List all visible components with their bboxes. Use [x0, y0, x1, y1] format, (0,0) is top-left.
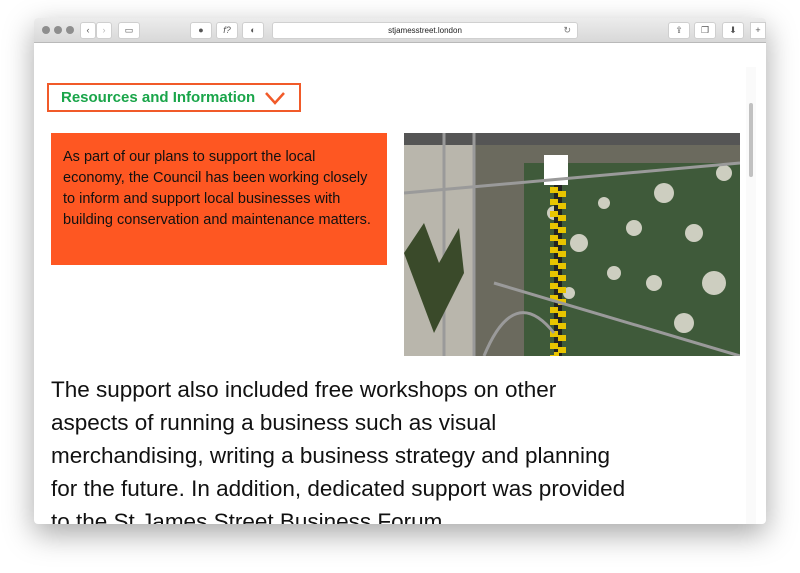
callout-box: As part of our plans to support the loca…	[51, 133, 387, 265]
browser-toolbar: ‹ › ▭ ● f? ◐ stjamesstreet.london ↻ ⇪ ❐ ⬇…	[34, 18, 766, 43]
extension-icon[interactable]: ◐	[242, 22, 264, 39]
share-icon[interactable]: ⇪	[668, 22, 690, 39]
back-icon[interactable]: ‹	[80, 22, 96, 39]
adblock-icon[interactable]: ●	[190, 22, 212, 39]
font-extension-icon[interactable]: f?	[216, 22, 238, 39]
reload-icon[interactable]: ↻	[563, 23, 571, 38]
scrollbar-thumb[interactable]	[749, 103, 753, 177]
address-bar[interactable]: stjamesstreet.london ↻	[272, 22, 578, 39]
download-icon[interactable]: ⬇	[722, 22, 744, 39]
mural-photo	[404, 133, 740, 356]
callout-text: As part of our plans to support the loca…	[63, 149, 371, 228]
page-content: Resources and Information As part of our…	[34, 43, 756, 524]
resources-label: Resources and Information	[61, 89, 256, 106]
url-text: stjamesstreet.london	[388, 26, 462, 35]
tabs-icon[interactable]: ❐	[694, 22, 716, 39]
zoom-button[interactable]	[66, 26, 74, 34]
new-tab-icon[interactable]: +	[750, 22, 766, 39]
minimize-button[interactable]	[54, 26, 62, 34]
scrollbar[interactable]	[746, 67, 756, 524]
chevron-down-icon	[265, 91, 286, 105]
forward-icon[interactable]: ›	[96, 22, 112, 39]
body-paragraph: The support also included free workshops…	[51, 377, 626, 524]
sidebar-icon[interactable]: ▭	[118, 22, 140, 39]
close-button[interactable]	[42, 26, 50, 34]
resources-dropdown[interactable]: Resources and Information	[47, 83, 301, 112]
browser-window: ‹ › ▭ ● f? ◐ stjamesstreet.london ↻ ⇪ ❐ ⬇…	[34, 18, 766, 524]
